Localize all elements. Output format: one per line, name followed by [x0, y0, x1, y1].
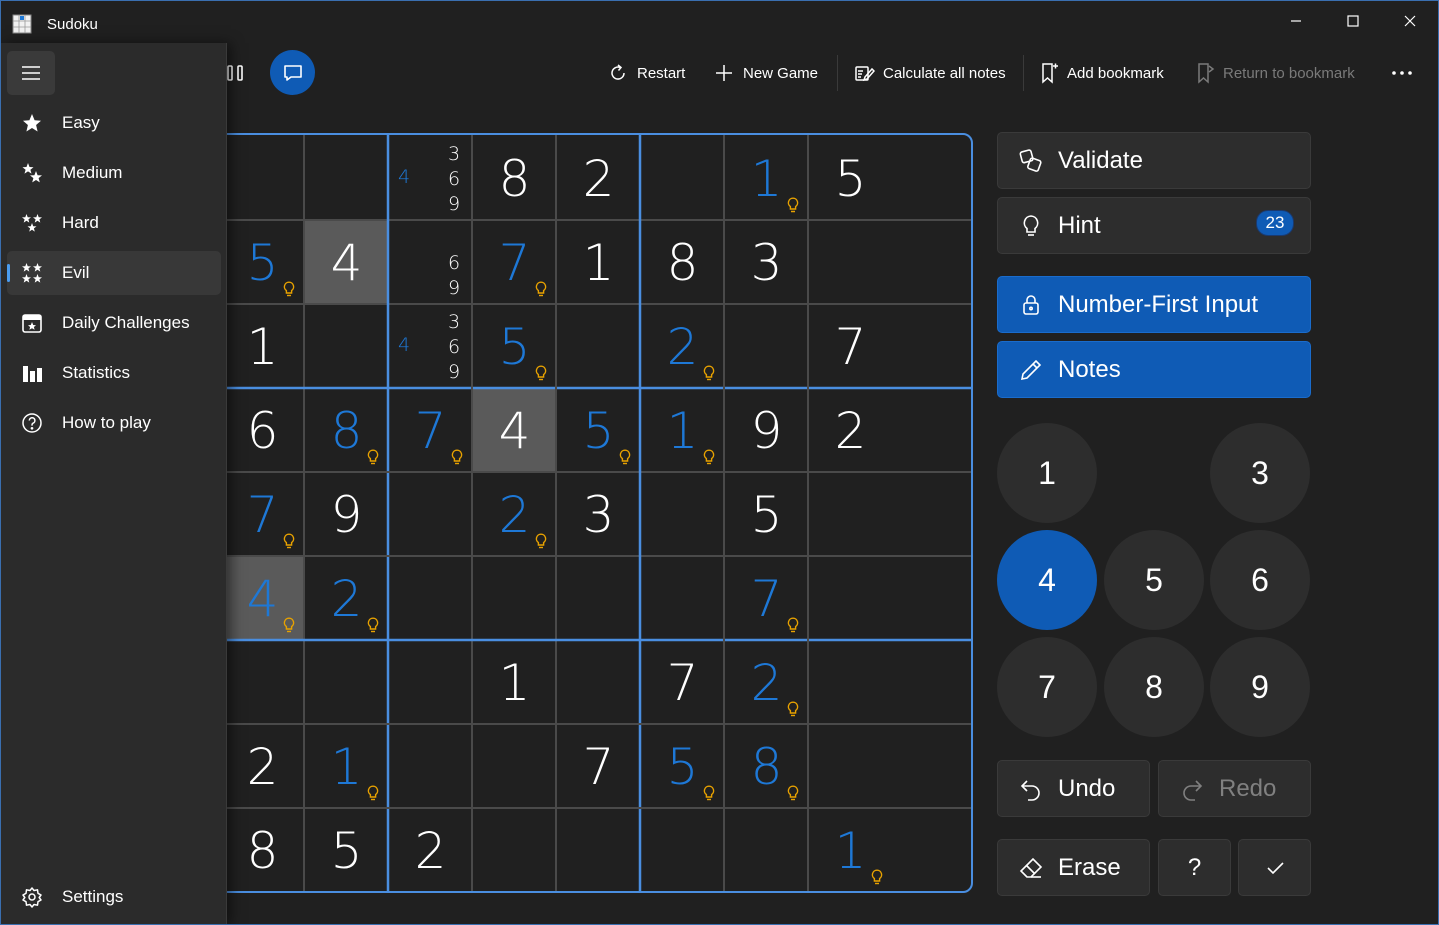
nav-item-label: Evil [62, 263, 90, 282]
validate-icon [1019, 149, 1042, 172]
erase-button[interactable]: Erase [997, 839, 1150, 896]
pause-icon [227, 65, 243, 81]
nav-item-daily-challenges[interactable]: Daily Challenges [7, 301, 221, 345]
help-icon [22, 413, 42, 433]
notes-label: Notes [1058, 355, 1121, 383]
maximize-icon [1347, 15, 1359, 27]
pencil-icon [1020, 359, 1042, 381]
add-bookmark-label: Add bookmark [1067, 64, 1164, 82]
bookmark-add-icon [1042, 63, 1058, 84]
help-button[interactable]: ? [1158, 839, 1231, 896]
add-bookmark-button[interactable]: Add bookmark [1039, 57, 1164, 89]
nav-item-evil[interactable]: Evil [7, 251, 221, 295]
hint-count-badge: 23 [1256, 210, 1294, 236]
chat-icon [283, 64, 302, 81]
nav-item-label: Easy [62, 113, 100, 132]
return-to-bookmark-button[interactable]: Return to bookmark [1195, 57, 1355, 89]
nav-item-label: Daily Challenges [62, 313, 190, 332]
notes-toggle[interactable]: Notes [997, 341, 1311, 398]
help-glyph: ? [1187, 853, 1202, 881]
number-button-9[interactable]: 9 [1210, 637, 1310, 737]
number-first-input-toggle[interactable]: Number-First Input [997, 276, 1311, 333]
redo-button[interactable]: Redo [1158, 760, 1311, 817]
maximize-button[interactable] [1330, 1, 1376, 41]
more-options-button[interactable] [1391, 57, 1413, 89]
undo-button[interactable]: Undo [997, 760, 1150, 817]
gear-icon [22, 887, 42, 908]
nav-item-how-to-play[interactable]: How to play [7, 401, 221, 445]
nav-item-label: Hard [62, 213, 99, 232]
chat-button[interactable] [270, 50, 315, 95]
nav-item-easy[interactable]: Easy [7, 101, 221, 145]
app-window: Sudoku Restart New Game Calculate all no… [0, 0, 1439, 925]
close-icon [1404, 15, 1416, 27]
validate-label: Validate [1058, 146, 1143, 174]
bar-chart-icon [23, 366, 42, 382]
restart-button[interactable]: Restart [607, 57, 685, 89]
toolbar-divider [1023, 55, 1024, 91]
nav-item-label: How to play [62, 413, 151, 432]
calculate-notes-label: Calculate all notes [883, 64, 1006, 82]
restart-icon [611, 64, 625, 80]
redo-label: Redo [1219, 774, 1277, 802]
hamburger-icon [22, 66, 40, 80]
validate-button[interactable]: Validate [997, 132, 1311, 189]
three-stars-icon [22, 214, 42, 232]
undo-icon [1020, 780, 1040, 801]
nav-item-label: Statistics [62, 363, 131, 382]
redo-icon [1183, 780, 1203, 801]
calendar-icon [22, 314, 42, 333]
calculate-notes-button[interactable]: Calculate all notes [853, 57, 1006, 89]
lightbulb-icon [1023, 215, 1039, 236]
sudoku-app-icon [12, 14, 32, 34]
lock-icon [1023, 295, 1039, 315]
number-button-7[interactable]: 7 [997, 637, 1097, 737]
nav-item-statistics[interactable]: Statistics [7, 351, 221, 395]
number-button-8[interactable]: 8 [1104, 637, 1204, 737]
nav-item-hard[interactable]: Hard [7, 201, 221, 245]
title-bar: Sudoku [1, 1, 1438, 43]
check-button[interactable] [1238, 839, 1311, 896]
star-icon [23, 114, 41, 132]
restart-label: Restart [637, 64, 686, 82]
number-button-6[interactable]: 6 [1210, 530, 1310, 630]
plus-icon [716, 65, 732, 81]
hint-label: Hint [1058, 211, 1101, 239]
number-button-1[interactable]: 1 [997, 423, 1097, 523]
number-button-5[interactable]: 5 [1104, 530, 1204, 630]
new-game-label: New Game [743, 64, 819, 82]
toolbar-divider [837, 55, 838, 91]
eraser-icon [1019, 857, 1043, 878]
minimize-button[interactable] [1273, 1, 1319, 41]
minimize-icon [1291, 20, 1301, 22]
window-title: Sudoku [47, 16, 98, 33]
more-icon [1392, 71, 1412, 75]
sudoku-board[interactable]: 4369821525469718314369527368745192179235… [143, 133, 973, 893]
return-to-bookmark-label: Return to bookmark [1223, 64, 1355, 82]
number-button-3[interactable]: 3 [1210, 423, 1310, 523]
settings-label: Settings [62, 887, 124, 906]
nav-item-label: Medium [62, 163, 123, 182]
checkmark-icon [1266, 861, 1284, 874]
bookmark-return-icon [1198, 63, 1215, 84]
number-button-4[interactable]: 4 [997, 530, 1097, 630]
nav-item-settings[interactable]: Settings [7, 875, 221, 919]
four-stars-icon [22, 263, 42, 283]
nav-item-medium[interactable]: Medium [7, 151, 221, 195]
hint-button[interactable]: Hint 23 [997, 197, 1311, 254]
new-game-button[interactable]: New Game [713, 57, 818, 89]
hamburger-menu-button[interactable] [7, 51, 55, 95]
number-first-label: Number-First Input [1058, 290, 1259, 318]
two-stars-icon [22, 163, 42, 183]
navigation-pane: Easy Medium Hard Evil Daily Challenges Statis… [1, 43, 227, 924]
close-button[interactable] [1387, 1, 1433, 41]
grid-lines [145, 135, 971, 891]
undo-label: Undo [1058, 774, 1116, 802]
calculate-notes-icon [855, 66, 875, 82]
erase-label: Erase [1058, 853, 1121, 881]
